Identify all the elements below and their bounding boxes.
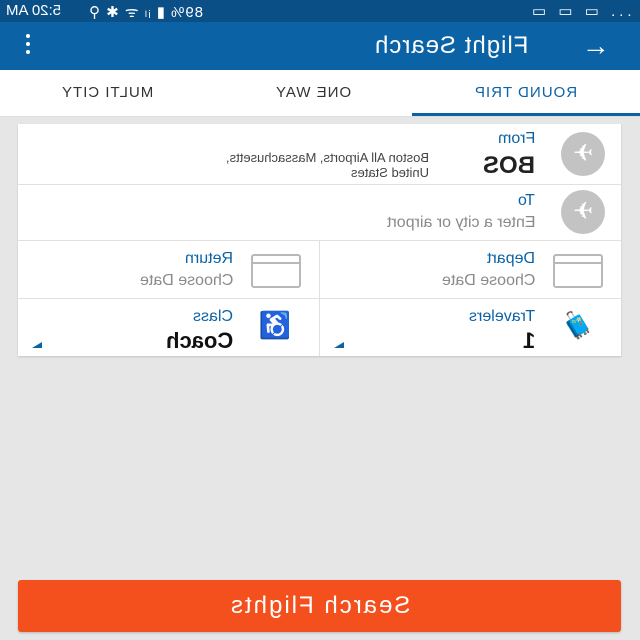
seat-icon: ♿ bbox=[258, 310, 291, 340]
tab-one-way[interactable]: ONE WAY bbox=[215, 70, 412, 116]
calendar-icon bbox=[553, 254, 603, 288]
status-notification-icons: ... ▭ ▭ ▭ bbox=[528, 3, 632, 20]
dropdown-indicator-icon bbox=[334, 342, 344, 348]
app-bar: Flight Search ← bbox=[0, 22, 640, 70]
depart-label: Depart bbox=[486, 250, 535, 267]
dates-row: Return Choose Date Depart Choose Date bbox=[18, 240, 621, 299]
status-icons: ▮ ᵢₗ ᯤ ✱ ⚲ 89% bbox=[88, 4, 204, 21]
status-bar: 5:20 AM ▮ ᵢₗ ᯤ ✱ ⚲ 89% ... ▭ ▭ ▭ bbox=[0, 0, 640, 22]
airplane-landing-icon: ✈ bbox=[561, 190, 605, 234]
flight-search-form: From BOS Boston All Airports, Massachuse… bbox=[18, 124, 621, 356]
from-airport-name: Boston All Airports, Massachusetts, Unit… bbox=[225, 150, 429, 180]
more-vert-icon[interactable] bbox=[16, 30, 40, 62]
status-time: 5:20 AM bbox=[6, 2, 62, 19]
depart-value: Choose Date bbox=[441, 272, 535, 289]
to-placeholder: Enter a city or airport bbox=[386, 214, 536, 231]
class-label: Class bbox=[192, 308, 233, 325]
calendar-icon bbox=[251, 254, 301, 288]
travelers-value: 1 bbox=[522, 328, 535, 353]
return-date-field[interactable]: Return Choose Date bbox=[18, 240, 319, 298]
airplane-takeoff-icon: ✈ bbox=[561, 132, 605, 176]
arrow-back-icon[interactable]: ← bbox=[582, 30, 610, 62]
to-label: To bbox=[518, 192, 535, 209]
traveler-luggage-icon: 🧳 bbox=[560, 310, 593, 340]
page-title: Flight Search bbox=[373, 32, 528, 59]
depart-date-field[interactable]: Depart Choose Date bbox=[320, 240, 621, 298]
from-label: From bbox=[497, 130, 535, 147]
class-selector[interactable]: Class Coach ♿ bbox=[18, 298, 319, 356]
return-label: Return bbox=[184, 250, 233, 267]
dropdown-indicator-icon bbox=[32, 342, 42, 348]
trip-type-tabs: MULTI CITY ONE WAY ROUND TRIP bbox=[0, 70, 640, 117]
class-travelers-row: Class Coach ♿ Travelers 1 🧳 bbox=[18, 298, 621, 356]
tab-round-trip[interactable]: ROUND TRIP bbox=[412, 70, 640, 116]
tab-multi-city[interactable]: MULTI CITY bbox=[0, 70, 215, 116]
battery-percentage: 89% bbox=[170, 4, 204, 21]
search-flights-button[interactable]: Search Flights bbox=[18, 580, 621, 632]
to-field[interactable]: To Enter a city or airport ✈ bbox=[18, 184, 621, 241]
class-value: Coach bbox=[165, 328, 233, 353]
travelers-label: Travelers bbox=[468, 308, 535, 325]
travelers-selector[interactable]: Travelers 1 🧳 bbox=[320, 298, 621, 356]
from-field[interactable]: From BOS Boston All Airports, Massachuse… bbox=[18, 124, 621, 185]
return-value: Choose Date bbox=[139, 272, 233, 289]
from-airport-code: BOS bbox=[482, 152, 535, 179]
